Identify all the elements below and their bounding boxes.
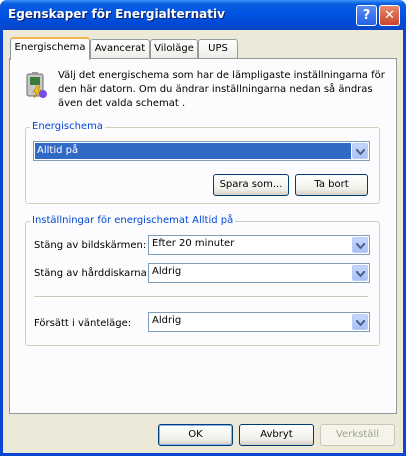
standby-select-value: Aldrig xyxy=(152,315,182,326)
chevron-down-icon[interactable] xyxy=(352,143,368,159)
title-bar[interactable]: Egenskaper för Energialternativ ? ✕ xyxy=(0,0,406,30)
settings-group-label: Inställningar för energischemat Alltid p… xyxy=(30,215,236,226)
tab-energischema[interactable]: Energischema xyxy=(10,37,90,60)
disk-select[interactable]: Aldrig xyxy=(148,263,370,283)
power-scheme-icon xyxy=(23,70,49,100)
monitor-label: Stäng av bildskärmen: xyxy=(34,240,147,251)
settings-divider xyxy=(34,296,368,298)
intro-text: Välj det energischema som har de lämplig… xyxy=(58,70,385,109)
scheme-select-value: Alltid på xyxy=(35,143,351,159)
tab-avancerat[interactable]: Avancerat xyxy=(90,39,150,59)
window-title: Egenskaper för Energialternativ xyxy=(8,7,225,21)
tab-vilolage[interactable]: Viloläge xyxy=(150,39,198,59)
delete-button[interactable]: Ta bort xyxy=(295,174,368,196)
chevron-down-icon[interactable] xyxy=(352,314,368,330)
chevron-down-icon[interactable] xyxy=(352,265,368,281)
standby-label: Försätt i vänteläge: xyxy=(34,318,132,329)
ok-button[interactable]: OK xyxy=(158,424,233,446)
apply-button[interactable]: Verkställ xyxy=(320,424,395,446)
monitor-select[interactable]: Efter 20 minuter xyxy=(148,235,370,255)
scheme-group-label: Energischema xyxy=(30,121,105,132)
help-button[interactable]: ? xyxy=(356,5,377,26)
disk-select-value: Aldrig xyxy=(152,266,182,277)
scheme-select[interactable]: Alltid på xyxy=(33,141,370,161)
save-as-button[interactable]: Spara som... xyxy=(213,174,289,196)
close-button[interactable]: ✕ xyxy=(379,5,400,26)
standby-select[interactable]: Aldrig xyxy=(148,312,370,332)
cancel-button[interactable]: Avbryt xyxy=(239,424,314,446)
monitor-select-value: Efter 20 minuter xyxy=(152,238,235,249)
tab-ups[interactable]: UPS xyxy=(198,39,238,59)
chevron-down-icon[interactable] xyxy=(352,237,368,253)
disk-label: Stäng av hårddiskarna: xyxy=(34,268,151,279)
